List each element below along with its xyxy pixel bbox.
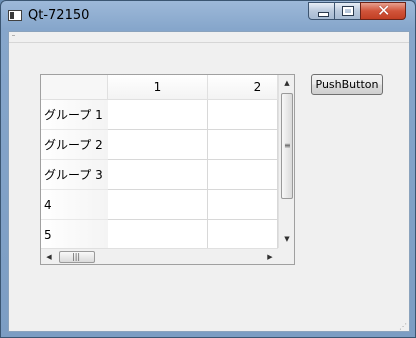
table-corner-button[interactable] [41,75,108,100]
table-cell[interactable] [108,130,208,160]
scroll-down-arrow-icon[interactable]: ▼ [279,231,294,247]
row-header-1[interactable]: グループ 1 [41,100,108,130]
row-header-3[interactable]: グループ 3 [41,160,108,190]
app-icon [8,10,22,21]
grip-icon: ≡ [284,141,291,150]
table-cell[interactable] [108,160,208,190]
scrollbar-corner [278,248,294,264]
scroll-up-arrow-icon[interactable]: ▲ [279,75,294,91]
row-header-2[interactable]: グループ 2 [41,130,108,160]
close-button[interactable]: ✕ [360,2,406,20]
window-title: Qt-72150 [28,8,90,23]
maximize-button[interactable] [334,2,361,20]
vertical-scroll-thumb[interactable]: ≡ [281,93,293,199]
grip-icon: ||| [72,252,81,261]
size-grip-icon[interactable]: ⋰ [399,322,408,331]
minimize-icon [318,12,329,17]
minimize-button[interactable] [308,2,335,20]
table-cell[interactable] [108,220,208,250]
table-cell[interactable] [208,160,278,190]
table-cell[interactable] [208,220,278,250]
scroll-right-arrow-icon[interactable]: ▶ [262,249,278,264]
title-bar[interactable]: Qt-72150 ✕ [1,1,415,31]
horizontal-scroll-thumb[interactable]: ||| [59,251,95,263]
row-header-5[interactable]: 5 [41,220,108,250]
table-widget[interactable]: 1 2 グループ 1 グループ 2 グループ 3 4 5 ▲ ≡ ▼ ◀ |||… [40,74,295,265]
toolbar-area [9,32,409,43]
close-icon: ✕ [377,1,391,20]
table-cell[interactable] [108,100,208,130]
client-area: 1 2 グループ 1 グループ 2 グループ 3 4 5 ▲ ≡ ▼ ◀ |||… [8,31,410,332]
column-header-2[interactable]: 2 [208,75,278,100]
row-header-4[interactable]: 4 [41,190,108,220]
table-cell[interactable] [108,190,208,220]
table-cell[interactable] [208,100,278,130]
main-window: Qt-72150 ✕ 1 2 グループ 1 グループ 2 グループ 3 4 5 [0,0,416,338]
push-button[interactable]: PushButton [311,74,383,95]
table-cell[interactable] [208,130,278,160]
column-header-1[interactable]: 1 [108,75,208,100]
table-cell[interactable] [208,190,278,220]
scroll-left-arrow-icon[interactable]: ◀ [41,249,57,264]
vertical-scrollbar[interactable]: ▲ ≡ ▼ [278,75,294,248]
horizontal-scrollbar[interactable]: ◀ ||| ▶ [41,248,278,264]
maximize-icon [342,6,354,16]
